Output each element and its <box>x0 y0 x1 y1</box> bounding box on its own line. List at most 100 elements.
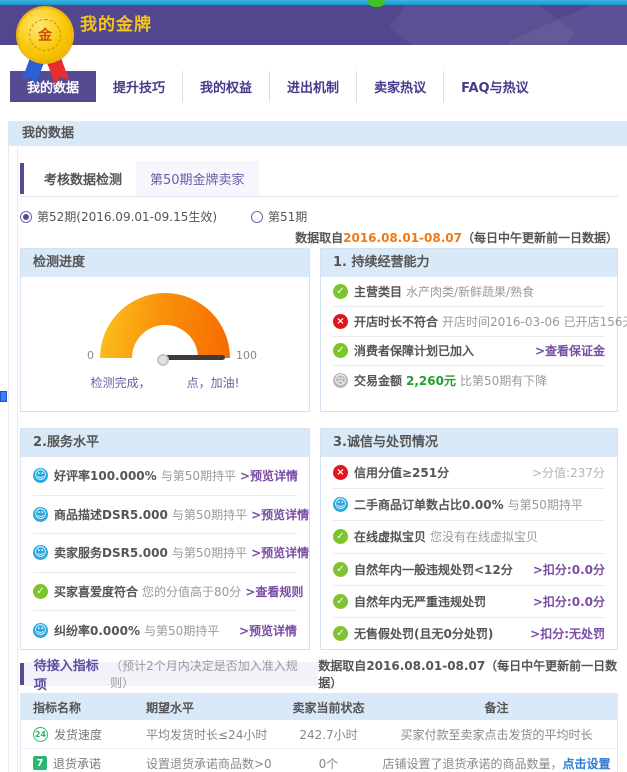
nav-tabs: 我的数据提升技巧我的权益进出机制卖家热议FAQ与热议 <box>10 71 627 102</box>
metric-text: 消费者保障计划已加入 <box>354 342 474 359</box>
smiley-icon: ☺ <box>333 497 348 512</box>
metric-row: ☹交易金额2,260元比第50期有下降 <box>333 365 605 395</box>
metric-row: ☺ 好评率100.000%与第50期持平>预览详情 <box>33 457 297 495</box>
page-title: 我的金牌 <box>80 5 152 45</box>
pending-table-body: 24发货速度平均发货时长≤24小时242.7小时买家付款至卖家点击发货的平均时长… <box>21 720 617 772</box>
period-selector: 第52期(2016.09.01-09.15生效) 第51期 <box>20 208 618 225</box>
panel-grid-bottom: 2.服务水平 ☺好评率100.000%与第50期持平>预览详情☺商品描述DSR5… <box>20 428 618 650</box>
gauge-min-label: 0 <box>87 349 94 362</box>
detail-link[interactable]: >预览详情 <box>251 544 309 561</box>
smiley-icon: ☺ <box>33 545 48 560</box>
col-header-remark: 备注 <box>376 699 617 716</box>
metric-row: ✓ 消费者保障计划已加入 >查看保证金 <box>333 336 605 366</box>
nav-tab[interactable]: 进出机制 <box>269 71 356 102</box>
metric-text: 开店时间2016-03-06 已开店156天 <box>442 313 627 330</box>
radio-icon[interactable] <box>251 211 263 223</box>
smiley-icon: ☺ <box>33 507 48 522</box>
cross-icon: × <box>333 465 348 480</box>
metric-text: 无售假处罚(且无0分处罚) <box>354 625 493 642</box>
subtab[interactable]: 第50期金牌卖家 <box>136 161 259 196</box>
pending-note: （预计2个月内决定是否加入准入规则） <box>110 657 306 691</box>
remark: 店铺设置了退货承诺的商品数量，点击设置 <box>376 755 617 772</box>
metric-row: ☺ 二手商品订单数占比0.00%与第50期持平 <box>333 488 605 520</box>
banner: 我的金牌 <box>0 5 627 45</box>
metric-text: 开店时长不符合 <box>354 313 438 330</box>
table-row: 7退货承诺设置退货承诺商品数>00个店铺设置了退货承诺的商品数量，点击设置 <box>21 749 617 772</box>
col-header-indicator: 指标名称 <box>21 699 146 716</box>
metric-row: ✓买家喜爱度符合您的分值高于80分>查看规则 <box>33 572 297 611</box>
data-source-note: 数据取自2016.08.01-08.07（每日中午更新前一日数据） <box>20 229 618 245</box>
indicator-name: 退货承诺 <box>53 755 101 772</box>
settings-link[interactable]: 点击设置 <box>563 757 611 771</box>
subtab-row: 考核数据检测第50期金牌卖家 <box>20 161 618 197</box>
period-label: 第52期(2016.09.01-09.15生效) <box>37 208 217 225</box>
medal-char: 金 <box>29 19 61 51</box>
nav-tab[interactable]: 提升技巧 <box>96 71 182 102</box>
metric-text: 好评率100.000% <box>54 467 157 484</box>
metric-text: 您的分值高于80分 <box>142 583 241 600</box>
check-icon: ✓ <box>333 594 348 609</box>
check-icon: ✓ <box>33 584 48 599</box>
data-source-prefix: 数据取自 <box>318 659 366 673</box>
current-status: 0个 <box>281 755 376 772</box>
progress-panel: 检测进度 0 100 检测完成，还差一点，加油! <box>20 248 310 412</box>
gauge: 0 100 检测完成，还差一点，加油! <box>21 293 309 411</box>
metric-text: 与第50期持平 <box>161 467 236 484</box>
panel-operation-ability: 1. 持续经营能力 ✓主营类目水产肉类/新鲜蔬果/熟食×开店时长不符合开店时间2… <box>320 248 618 412</box>
pending-section-header: 待接入指标项 （预计2个月内决定是否加入准入规则） 数据取自2016.08.01… <box>20 661 618 687</box>
panel-title: 1. 持续经营能力 <box>321 249 617 277</box>
metric-text: 信用分值≥251分 <box>354 464 449 481</box>
indicator-name: 发货速度 <box>54 726 102 743</box>
smiley-icon: ☺ <box>33 468 48 483</box>
indicator-name-cell: 7退货承诺 <box>21 755 146 772</box>
metric-row: ☺纠纷率0.000%与第50期持平>预览详情 <box>33 610 297 649</box>
table-row: 24发货速度平均发货时长≤24小时242.7小时买家付款至卖家点击发货的平均时长 <box>21 720 617 749</box>
detail-link[interactable]: >预览详情 <box>240 467 298 484</box>
detail-link[interactable]: >预览详情 <box>239 622 297 639</box>
nav-tab[interactable]: 卖家热议 <box>356 71 443 102</box>
check-icon: ✓ <box>333 343 348 358</box>
metric-text: 水产肉类/新鲜蔬果/熟食 <box>406 283 534 300</box>
detail-link[interactable]: >扣分:0.0分 <box>533 561 605 578</box>
detail-link[interactable]: >查看保证金 <box>535 342 605 359</box>
period-option[interactable]: 第52期(2016.09.01-09.15生效) <box>20 208 217 225</box>
detail-link[interactable]: >扣分:无处罚 <box>530 625 605 642</box>
subtab-accent-bar <box>20 163 24 194</box>
pending-titlebox: 待接入指标项 （预计2个月内决定是否加入准入规则） <box>24 662 319 686</box>
data-source-range: 2016.08.01-08.07 <box>366 659 485 673</box>
metric-text: 主营类目 <box>354 283 402 300</box>
metric-text: 交易金额 <box>354 372 402 389</box>
gauge-hub <box>157 354 169 366</box>
metric-text: 与第50期持平 <box>508 496 583 513</box>
period-label: 第51期 <box>268 208 307 225</box>
metric-text: 与第50期持平 <box>172 506 247 523</box>
nav-tab[interactable]: 我的权益 <box>182 71 269 102</box>
data-source-prefix: 数据取自 <box>295 231 343 245</box>
panel-title: 2.服务水平 <box>21 429 309 457</box>
metric-text: 您没有在线虚拟宝贝 <box>430 528 538 545</box>
check-icon: ✓ <box>333 562 348 577</box>
radio-icon[interactable] <box>20 211 32 223</box>
detail-link: >分值:237分 <box>532 464 605 481</box>
nav-tab[interactable]: FAQ与热议 <box>443 71 546 102</box>
period-option[interactable]: 第51期 <box>251 208 307 225</box>
col-header-current: 卖家当前状态 <box>281 699 376 716</box>
check-icon: ✓ <box>333 529 348 544</box>
subtab[interactable]: 考核数据检测 <box>30 161 136 196</box>
expected-level: 设置退货承诺商品数>0 <box>146 755 281 772</box>
detail-link[interactable]: >预览详情 <box>251 506 309 523</box>
detail-link[interactable]: >扣分:0.0分 <box>533 593 605 610</box>
metric-text: 二手商品订单数占比0.00% <box>354 496 504 513</box>
metric-text: 2,260元 <box>406 372 456 389</box>
cross-icon: × <box>333 314 348 329</box>
speed-24-icon: 24 <box>33 727 48 742</box>
detail-link[interactable]: >查看规则 <box>245 583 303 600</box>
page: 我的金牌 金 我的数据提升技巧我的权益进出机制卖家热议FAQ与热议 我的数据 考… <box>0 0 627 772</box>
sad-icon: ☹ <box>333 373 348 388</box>
metric-row: × 信用分值≥251分 >分值:237分 <box>333 457 605 488</box>
main-content: 考核数据检测第50期金牌卖家 第52期(2016.09.01-09.15生效)第… <box>0 161 627 772</box>
panel-rows: ☺好评率100.000%与第50期持平>预览详情☺商品描述DSR5.000与第5… <box>21 457 309 649</box>
current-status: 242.7小时 <box>281 726 376 743</box>
metric-text: 纠纷率0.000% <box>54 622 140 639</box>
gauge-max-label: 100 <box>236 349 257 362</box>
